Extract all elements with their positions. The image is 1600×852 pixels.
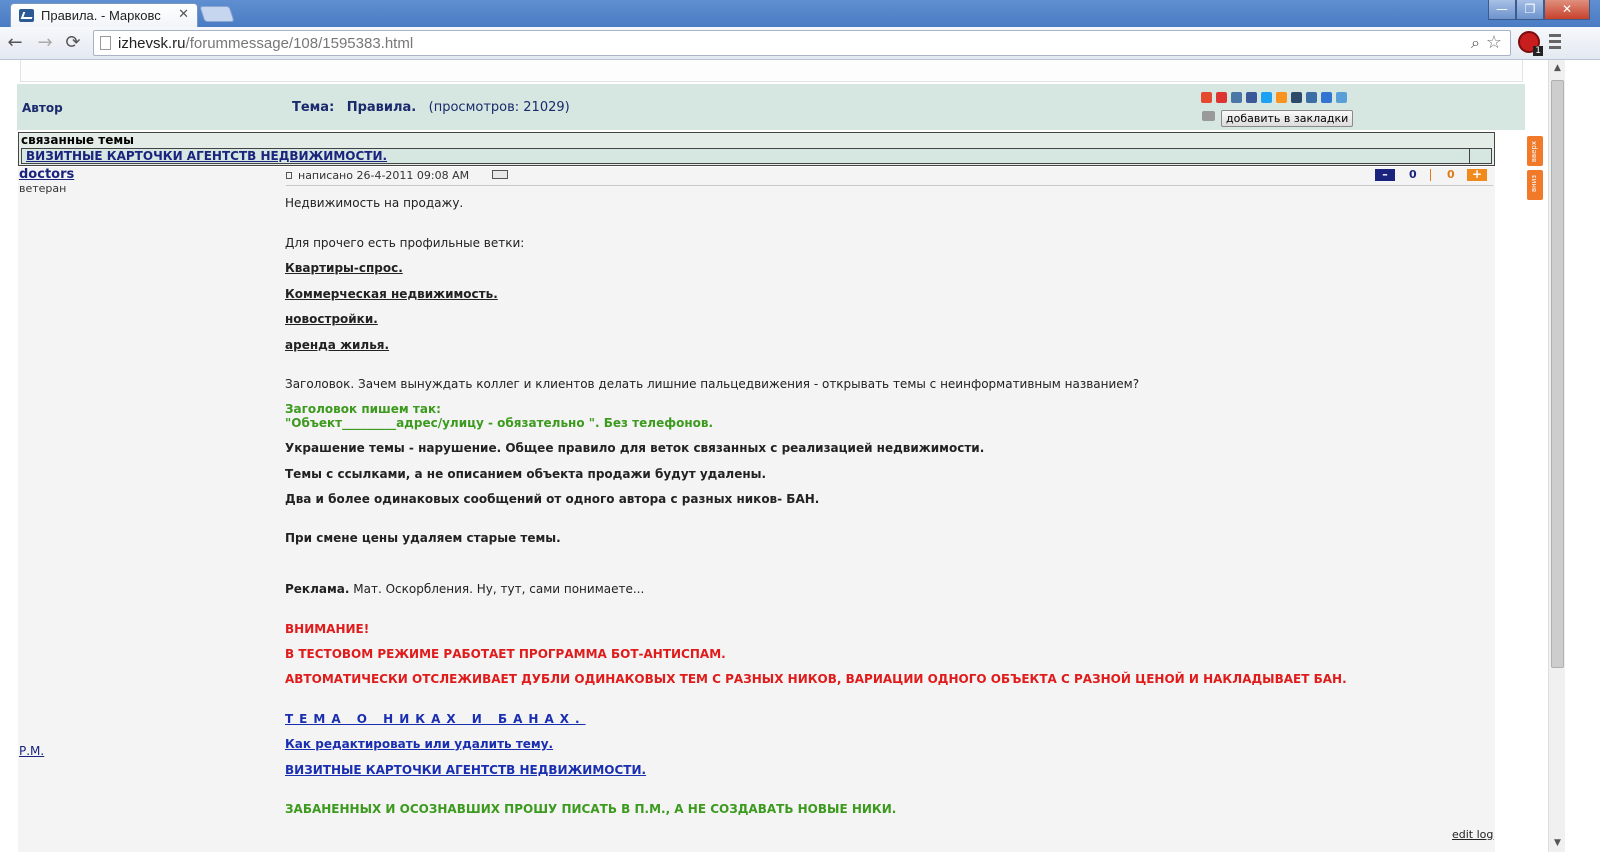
related-divider <box>1469 148 1470 164</box>
author-column-label: Автор <box>22 101 63 115</box>
tab-close-icon[interactable]: ✕ <box>178 7 189 22</box>
browser-menu-icon[interactable] <box>1546 31 1564 53</box>
post-rating: – 0 0 + <box>1373 168 1489 182</box>
post-divider <box>286 185 1493 186</box>
extension-icon[interactable] <box>1518 31 1543 56</box>
post-line: Реклама. Мат. Оскорбления. Ну, тут, сами… <box>285 582 645 596</box>
bookmark-star-icon[interactable]: ☆ <box>1486 32 1502 53</box>
window-controls: — ❐ ✕ <box>1488 0 1590 20</box>
post-link-apartments-demand[interactable]: Квартиры-спрос. <box>285 261 403 275</box>
post-line: Заголовок. Зачем вынуждать коллег и клие… <box>285 377 1140 391</box>
related-topic-link[interactable]: ВИЗИТНЫЕ КАРТОЧКИ АГЕНТСТВ НЕДВИЖИМОСТИ. <box>26 149 387 163</box>
odnoklassniki-icon[interactable] <box>1276 92 1287 103</box>
edit-log-link[interactable]: edit log <box>1452 828 1493 841</box>
topic-header: Автор Тема: Правила. (просмотров: 21029)… <box>17 84 1525 130</box>
more-icon[interactable] <box>1336 92 1347 103</box>
topic-title-line: Тема: Правила. (просмотров: 21029) <box>292 100 570 115</box>
positive-rating-count: 0 <box>1447 168 1455 181</box>
scrollbar-down-arrow-icon[interactable]: ▼ <box>1549 835 1566 852</box>
post-line: Для прочего есть профильные ветки: <box>285 236 525 250</box>
post-author-rank: ветеран <box>19 182 67 195</box>
topic-title: Правила. <box>346 100 417 115</box>
address-bar[interactable]: izhevsk.ru/forummessage/108/1595383.html… <box>93 30 1511 56</box>
post-link-rent[interactable]: аренда жилья. <box>285 338 389 352</box>
post-date: написано 26-4-2011 09:08 AM <box>286 169 469 182</box>
social-share-icons <box>1201 92 1361 104</box>
add-bookmark-button[interactable]: добавить в закладки <box>1221 110 1354 127</box>
post-line-green: "Объект_________адрес/улицу - обязательн… <box>285 416 714 430</box>
top-strip <box>20 60 1523 82</box>
related-topics: связанные темы ВИЗИТНЫЕ КАРТОЧКИ АГЕНТСТ… <box>18 132 1495 166</box>
google-icon[interactable] <box>1201 92 1212 103</box>
post-line-red: АВТОМАТИЧЕСКИ ОТСЛЕЖИВАЕТ ДУБЛИ ОДИНАКОВ… <box>285 672 1347 686</box>
zoom-icon[interactable]: ⌕ <box>1471 33 1480 53</box>
post-line-bold: Украшение темы - нарушение. Общее правил… <box>285 441 985 455</box>
post-link-new-buildings[interactable]: новостройки. <box>285 312 378 326</box>
rate-up-button[interactable]: + <box>1467 168 1487 181</box>
post-line-green: Заголовок пишем так: <box>285 402 441 416</box>
link-icon[interactable] <box>1306 92 1317 103</box>
edit-delete-topic-link[interactable]: Как редактировать или удалить тему. <box>285 737 553 751</box>
view-count: (просмотров: 21029) <box>428 100 570 115</box>
profile-card-icon[interactable] <box>492 170 508 179</box>
post-line-bold: При смене цены удаляем старые темы. <box>285 531 561 545</box>
reload-icon[interactable]: ⟳ <box>62 32 84 54</box>
tab-title: Правила. - Марковс <box>41 8 161 23</box>
post-line-bold: Темы с ссылками, а не описанием объекта … <box>285 467 767 481</box>
rate-down-button[interactable]: – <box>1375 169 1395 181</box>
related-topic-row: ВИЗИТНЫЕ КАРТОЧКИ АГЕНТСТВ НЕДВИЖИМОСТИ. <box>21 148 1492 164</box>
nicks-bans-link[interactable]: ТЕМА О НИКАХ И БАНАХ. <box>285 712 586 726</box>
scroll-down-button[interactable]: вниз <box>1527 170 1543 200</box>
post-body-background <box>18 167 1495 852</box>
scrollbar-up-arrow-icon[interactable]: ▲ <box>1549 60 1566 77</box>
post-line-red: ВНИМАНИЕ! <box>285 622 370 636</box>
private-message-link[interactable]: Р.М. <box>19 744 44 758</box>
moimir-icon[interactable] <box>1216 92 1227 103</box>
post-icon <box>286 172 292 179</box>
scrollbar[interactable]: ▲ ▼ <box>1548 60 1565 852</box>
window-right-edge <box>1565 60 1600 852</box>
maximize-button[interactable]: ❐ <box>1516 0 1544 20</box>
post-line-bold: Два и более одинаковых сообщений от одно… <box>285 492 820 506</box>
negative-rating-count: 0 <box>1409 168 1417 181</box>
post-link-commercial[interactable]: Коммерческая недвижимость. <box>285 287 498 301</box>
minimize-button[interactable]: — <box>1488 0 1516 20</box>
twitter-icon[interactable] <box>1261 92 1272 103</box>
new-tab-button[interactable] <box>199 6 235 22</box>
tab-active[interactable]: Правила. - Марковс ✕ <box>10 3 198 28</box>
livejournal-icon[interactable] <box>1291 92 1302 103</box>
print-icon[interactable] <box>1202 111 1215 121</box>
post-author-link[interactable]: doctors <box>19 167 74 182</box>
back-icon[interactable]: ← <box>4 32 26 54</box>
related-topics-title: связанные темы <box>21 133 134 147</box>
post-line-green: ЗАБАНЕННЫХ И ОСОЗНАВШИХ ПРОШУ ПИСАТЬ В П… <box>285 802 897 816</box>
browser-toolbar: ← → ⟳ izhevsk.ru/forummessage/108/159538… <box>0 27 1600 60</box>
forward-icon[interactable]: → <box>34 32 56 54</box>
close-window-button[interactable]: ✕ <box>1544 0 1590 20</box>
scrollbar-thumb[interactable] <box>1551 80 1564 668</box>
post-line-red: В ТЕСТОВОМ РЕЖИМЕ РАБОТАЕТ ПРОГРАММА БОТ… <box>285 647 726 661</box>
scroll-up-button[interactable]: вверх <box>1527 136 1543 166</box>
url-text[interactable]: izhevsk.ru/forummessage/108/1595383.html <box>118 35 413 52</box>
delicious-icon[interactable] <box>1321 92 1332 103</box>
page-content: Автор Тема: Правила. (просмотров: 21029)… <box>0 60 1548 852</box>
favicon-icon <box>19 9 34 22</box>
page-icon <box>100 36 111 50</box>
post-line: Недвижимость на продажу. <box>285 196 464 210</box>
vk-icon[interactable] <box>1231 92 1242 103</box>
browser-title-bar: Правила. - Марковс ✕ — ❐ ✕ <box>0 0 1600 28</box>
rating-divider <box>1430 169 1431 181</box>
agency-cards-link[interactable]: ВИЗИТНЫЕ КАРТОЧКИ АГЕНТСТВ НЕДВИЖИМОСТИ. <box>285 763 646 777</box>
facebook-icon[interactable] <box>1246 92 1257 103</box>
